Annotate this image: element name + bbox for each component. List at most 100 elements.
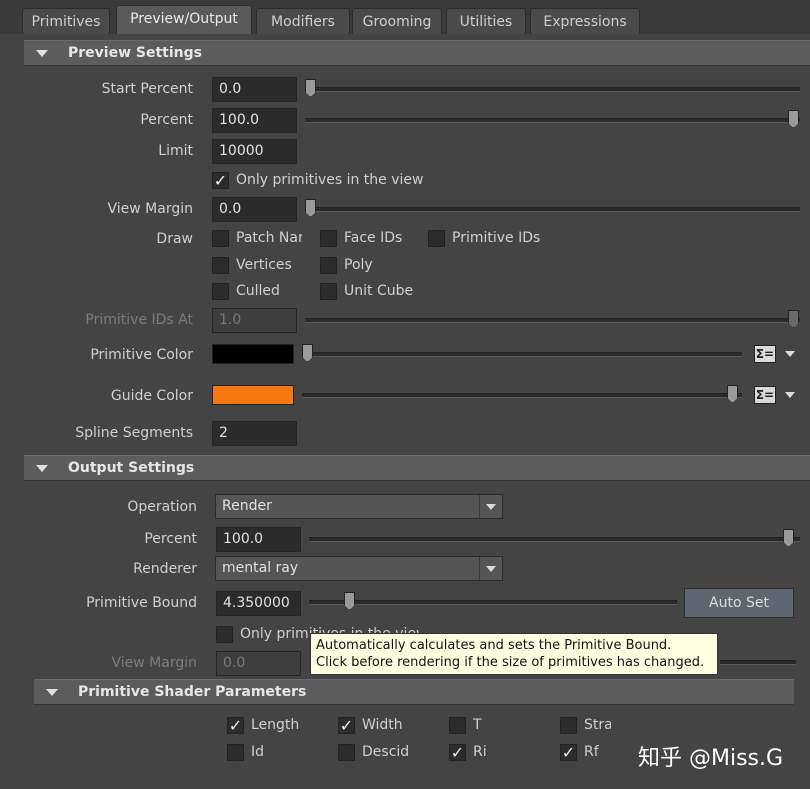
draw-poly-checkbox[interactable] [320,257,337,274]
view-margin-field[interactable]: 0.0 [212,197,297,222]
shader-rf-checkbox[interactable]: ✓ [560,744,577,761]
primitive-bound-slider[interactable] [309,600,677,605]
primitive-ids-at-label: Primitive IDs At [85,312,193,328]
tab-bar: Primitives Preview/Output Modifiers Groo… [0,0,810,34]
draw-patch-label: Patch Nar [236,230,302,246]
guide-color-swatch[interactable] [212,385,294,405]
shader-t-checkbox[interactable] [449,717,466,734]
output-percent-slider-handle[interactable] [783,529,794,547]
view-margin-label: View Margin [107,201,194,217]
renderer-dropdown[interactable]: mental ray [215,556,503,581]
primitive-bound-slider-handle[interactable] [344,592,355,610]
start-percent-slider[interactable] [305,87,800,92]
tab-preview-output[interactable]: Preview/Output [116,5,252,34]
output-percent-field[interactable]: 100.0 [216,527,301,552]
primitive-color-slider-handle[interactable] [302,344,313,362]
limit-field[interactable]: 10000 [212,139,297,164]
shader-stra-checkbox[interactable] [560,717,577,734]
guide-color-slider[interactable] [302,393,742,398]
shader-parameters-title: Primitive Shader Parameters [78,684,307,700]
shader-ri-label: Ri [473,744,487,760]
draw-unit-cube-label: Unit Cube [344,283,414,299]
tab-modifiers[interactable]: Modifiers [256,8,350,34]
tooltip-line-1: Automatically calculates and sets the Pr… [316,638,672,653]
shader-stra-label: Stra [584,717,611,733]
view-margin-slider-handle[interactable] [305,199,316,217]
draw-poly-label: Poly [344,257,373,273]
draw-unit-cube-checkbox[interactable] [320,283,337,300]
check-icon: ✓ [450,743,465,762]
shader-length-checkbox[interactable]: ✓ [227,717,244,734]
primitive-color-label: Primitive Color [90,347,193,363]
primitive-ids-at-slider[interactable] [305,318,800,323]
output-settings-header[interactable]: Output Settings [24,455,810,481]
draw-vertices-checkbox[interactable] [212,257,229,274]
collapse-arrow-icon [46,689,58,696]
spline-segments-label: Spline Segments [75,425,193,441]
check-icon: ✓ [339,716,354,735]
check-icon: ✓ [228,716,243,735]
draw-label: Draw [156,231,193,247]
preview-settings-header[interactable]: Preview Settings [24,40,810,66]
triangle-down-icon[interactable] [785,392,795,398]
shader-ri-checkbox[interactable]: ✓ [449,744,466,761]
draw-patch-checkbox[interactable] [212,230,229,247]
check-icon: ✓ [213,171,228,190]
sigma-equals-icon[interactable]: Σ= [754,386,776,404]
auto-set-button[interactable]: Auto Set [684,588,794,618]
view-margin-slider[interactable] [305,207,800,212]
watermark: 知乎 @Miss.G [638,746,784,771]
output-view-margin-field[interactable]: 0.0 [216,651,301,676]
shader-t-label: T [473,717,482,733]
sigma-equals-icon[interactable]: Σ= [754,345,776,363]
draw-culled-label: Culled [236,283,280,299]
primitive-ids-at-field[interactable]: 1.0 [212,308,297,333]
start-percent-field[interactable]: 0.0 [212,77,297,102]
primitive-bound-label: Primitive Bound [86,595,197,611]
percent-slider[interactable] [305,118,800,123]
spline-segments-field[interactable]: 2 [212,421,297,446]
triangle-down-icon[interactable] [785,351,795,357]
tab-grooming[interactable]: Grooming [352,8,442,34]
tab-utilities[interactable]: Utilities [446,8,526,34]
output-percent-slider[interactable] [309,537,800,542]
output-settings-title: Output Settings [68,460,195,476]
preview-settings-title: Preview Settings [68,45,202,61]
auto-set-tooltip: Automatically calculates and sets the Pr… [310,633,718,675]
operation-dropdown[interactable]: Render [215,494,503,519]
start-percent-slider-handle[interactable] [305,79,316,97]
primitive-color-swatch[interactable] [212,344,294,364]
check-icon: ✓ [561,743,576,762]
draw-culled-checkbox[interactable] [212,283,229,300]
tab-primitives[interactable]: Primitives [22,8,110,34]
guide-color-label: Guide Color [110,388,193,404]
primitive-ids-at-slider-handle[interactable] [788,310,799,328]
primitive-bound-field[interactable]: 4.350000 [216,591,301,616]
shader-descid-label: Descid [362,744,410,760]
collapse-arrow-icon [36,465,48,472]
operation-value: Render [222,498,272,514]
tab-expressions[interactable]: Expressions [530,8,640,34]
shader-width-label: Width [362,717,403,733]
shader-parameters-header[interactable]: Primitive Shader Parameters [34,679,794,705]
percent-slider-handle[interactable] [788,110,799,128]
limit-label: Limit [158,143,193,159]
output-view-margin-label: View Margin [111,655,198,671]
percent-label: Percent [140,112,193,128]
shader-id-label: Id [251,744,265,760]
shader-width-checkbox[interactable]: ✓ [338,717,355,734]
percent-field[interactable]: 100.0 [212,108,297,133]
tooltip-line-2: Click before rendering if the size of pr… [316,655,705,670]
guide-color-slider-handle[interactable] [727,385,738,403]
triangle-down-icon [479,557,502,580]
output-view-margin-slider[interactable] [720,660,796,665]
shader-rf-label: Rf [584,744,599,760]
shader-descid-checkbox[interactable] [338,744,355,761]
only-primitives-checkbox[interactable]: ✓ [212,172,229,189]
shader-id-checkbox[interactable] [227,744,244,761]
draw-primitive-ids-checkbox[interactable] [428,230,445,247]
output-percent-label: Percent [144,531,197,547]
output-only-primitives-checkbox[interactable] [216,626,233,643]
primitive-color-slider[interactable] [302,352,742,357]
draw-face-ids-checkbox[interactable] [320,230,337,247]
